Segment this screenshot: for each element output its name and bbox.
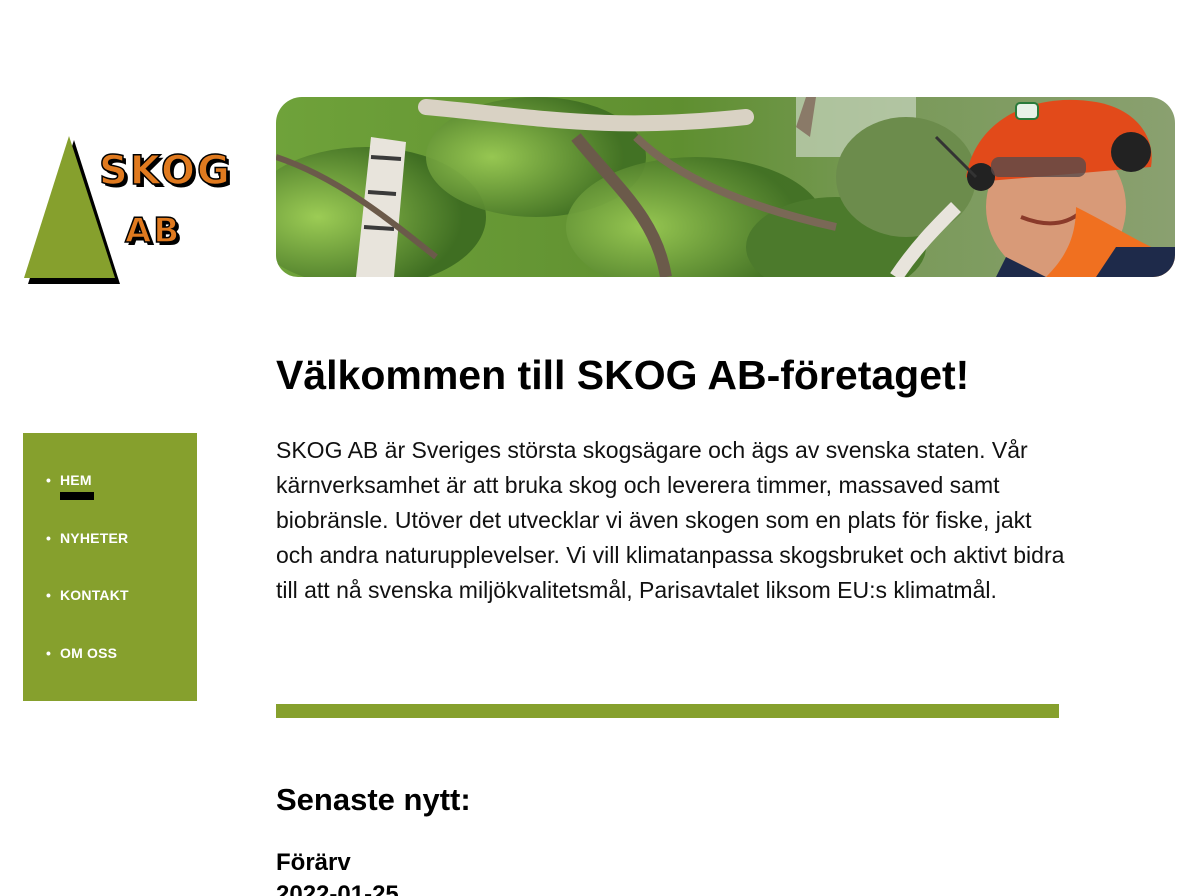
logo-text-line1: SKOG (99, 148, 232, 194)
bullet-icon: • (46, 645, 52, 661)
news-item-title: Förärv (276, 849, 351, 876)
nav-item-kontakt[interactable]: • KONTAKT (46, 587, 129, 603)
news-item-date: 2022-01-25 (276, 881, 399, 896)
logo-graphic: SKOG SKOG AB AB (24, 136, 233, 284)
bullet-icon: • (46, 472, 52, 488)
section-divider (276, 704, 1059, 718)
header-banner-image (276, 97, 1175, 277)
nav-link-om-oss[interactable]: OM OSS (60, 645, 117, 661)
nav-link-nyheter[interactable]: NYHETER (60, 530, 128, 546)
forest-worker-photo-icon (276, 97, 1175, 277)
active-indicator (60, 492, 94, 500)
nav-link-kontakt[interactable]: KONTAKT (60, 587, 129, 603)
main-nav: • HEM • NYHETER • KONTAKT • OM OSS (23, 433, 197, 701)
nav-item-hem[interactable]: • HEM (46, 472, 94, 500)
logo-text-line2: AB (125, 211, 181, 251)
nav-item-nyheter[interactable]: • NYHETER (46, 530, 128, 546)
bullet-icon: • (46, 530, 52, 546)
site-logo[interactable]: SKOG SKOG AB AB (22, 132, 233, 292)
intro-paragraph: SKOG AB är Sveriges största skogsägare o… (276, 437, 1065, 603)
nav-item-om-oss[interactable]: • OM OSS (46, 645, 117, 661)
page: SKOG SKOG AB AB • HEM • NYHETER • KONTAK… (0, 0, 1197, 896)
bullet-icon: • (46, 587, 52, 603)
page-title: Välkommen till SKOG AB-företaget! (276, 352, 970, 398)
nav-link-hem[interactable]: HEM (60, 472, 92, 488)
news-heading: Senaste nytt: (276, 782, 471, 817)
